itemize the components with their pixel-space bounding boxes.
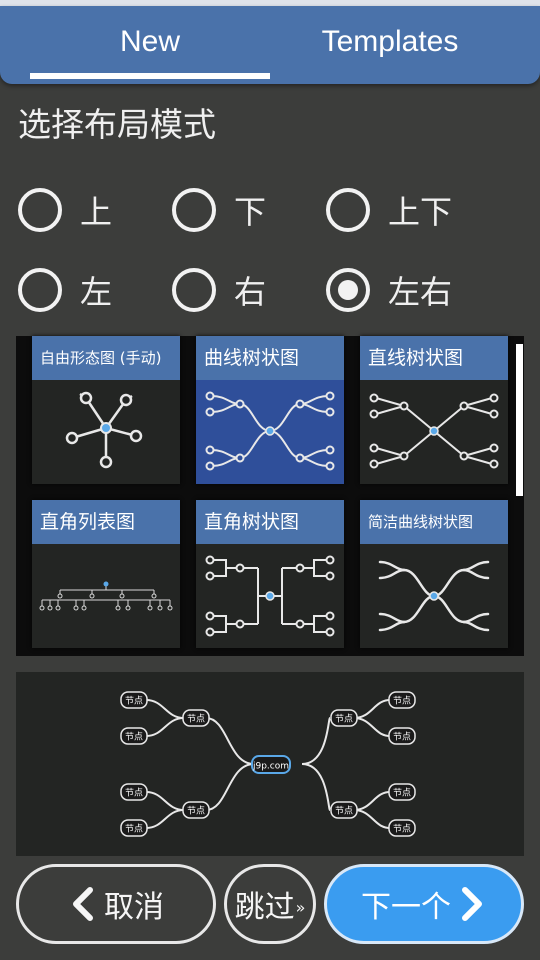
preview-node: 节点: [388, 783, 416, 801]
cancel-label: 取消: [104, 890, 164, 925]
radio-dot: [338, 280, 358, 300]
style-card-straight-tree[interactable]: 直线树状图: [360, 336, 508, 484]
radio-left[interactable]: 左: [18, 262, 112, 318]
preview-node-label: 节点: [393, 788, 411, 799]
preview-node-label: 节点: [187, 806, 205, 817]
preview-mindmap: 节点 节点节点 节点节点节点节点节点节点节点节点节点 j9p.com: [120, 691, 416, 837]
radio-label: 右: [234, 273, 267, 311]
radio-right[interactable]: 右: [172, 262, 266, 318]
cancel-button[interactable]: 取消: [16, 864, 216, 944]
card-title: 简洁曲线树状图: [360, 500, 508, 544]
preview-node-label: 节点: [125, 696, 143, 707]
curved-tree-thumbnail: [196, 380, 344, 484]
preview-node-label: 节点: [125, 732, 143, 743]
preview-node: 节点: [120, 783, 148, 801]
tab-bar: New Templates: [0, 6, 540, 84]
preview-root-label: j9p.com: [252, 762, 289, 772]
style-card-right-angle-tree[interactable]: 直角树状图: [196, 500, 344, 648]
card-title: 自由形态图 (手动): [32, 336, 180, 380]
style-card-freeform[interactable]: 自由形态图 (手动): [32, 336, 180, 484]
preview-node-label: 节点: [335, 806, 353, 817]
layout-preview: 节点 节点 节点 节点 节点 节点 节点 节点 节点 节点 节点 节点 j9p.com: [16, 672, 524, 856]
preview-node: 节点: [182, 709, 210, 727]
radio-circle: [18, 188, 62, 232]
style-card-curved-tree[interactable]: 曲线树状图: [196, 336, 344, 484]
right-angle-tree-thumbnail: [205, 555, 335, 637]
preview-node: 节点: [120, 819, 148, 837]
chevron-right-icon: [462, 887, 482, 921]
skip-button[interactable]: 跳过 »: [224, 864, 316, 944]
preview-root-node: j9p.com: [251, 755, 291, 774]
preview-node: 节点: [120, 691, 148, 709]
preview-node: 节点: [182, 801, 210, 819]
radio-circle: [172, 268, 216, 312]
style-card-simple-curved-tree[interactable]: 简洁曲线树状图: [360, 500, 508, 648]
page-title: 选择布局模式: [18, 105, 216, 144]
next-button[interactable]: 下一个: [324, 864, 524, 944]
preview-node-label: 节点: [393, 696, 411, 707]
radio-circle: [326, 188, 370, 232]
chevron-left-icon: [73, 887, 93, 921]
straight-tree-thumbnail: [369, 393, 499, 469]
skip-label: 跳过: [234, 890, 295, 925]
next-label: 下一个: [361, 890, 451, 925]
card-title: 直角列表图: [32, 500, 180, 544]
preview-node: 节点: [388, 691, 416, 709]
radio-circle: [172, 188, 216, 232]
radio-top-bottom[interactable]: 上下: [326, 182, 452, 238]
radio-label: 下: [234, 193, 267, 231]
style-grid: 自由形态图 (手动) 曲线树状图 直线树状图 直角列表图 直角树状图 简洁曲线树…: [16, 336, 524, 656]
preview-node-label: 节点: [393, 824, 411, 835]
right-angle-list-thumbnail: [39, 581, 173, 611]
preview-node: 节点: [388, 727, 416, 745]
preview-node-label: 节点: [187, 714, 205, 725]
grid-scrollbar[interactable]: [516, 344, 523, 496]
preview-node: 节点: [388, 819, 416, 837]
preview-node-label: 节点: [393, 732, 411, 743]
radio-label: 左: [80, 273, 113, 311]
double-chevron-icon: »: [295, 897, 306, 917]
preview-node: 节点: [120, 727, 148, 745]
card-title: 直角树状图: [196, 500, 344, 544]
preview-node-label: 节点: [335, 714, 353, 725]
tab-templates[interactable]: Templates: [270, 6, 510, 78]
preview-node-label: 节点: [125, 824, 143, 835]
preview-node: 节点: [330, 709, 358, 727]
card-title: 曲线树状图: [196, 336, 344, 380]
preview-node-label: 节点: [125, 788, 143, 799]
radio-label: 上: [80, 193, 113, 231]
radio-circle: [18, 268, 62, 312]
radio-label: 上下: [388, 193, 453, 231]
preview-node: 节点: [330, 801, 358, 819]
active-tab-indicator: [30, 73, 270, 79]
radio-left-right[interactable]: 左右: [326, 262, 452, 318]
radio-top[interactable]: 上: [18, 182, 112, 238]
radio-circle-selected: [326, 268, 370, 312]
card-title: 直线树状图: [360, 336, 508, 380]
radio-bottom[interactable]: 下: [172, 182, 266, 238]
radio-label: 左右: [388, 273, 453, 311]
tab-new[interactable]: New: [30, 6, 270, 78]
simple-curved-tree-thumbnail: [378, 560, 490, 632]
style-card-right-angle-list[interactable]: 直角列表图: [32, 500, 180, 648]
freeform-thumbnail: [65, 391, 143, 469]
